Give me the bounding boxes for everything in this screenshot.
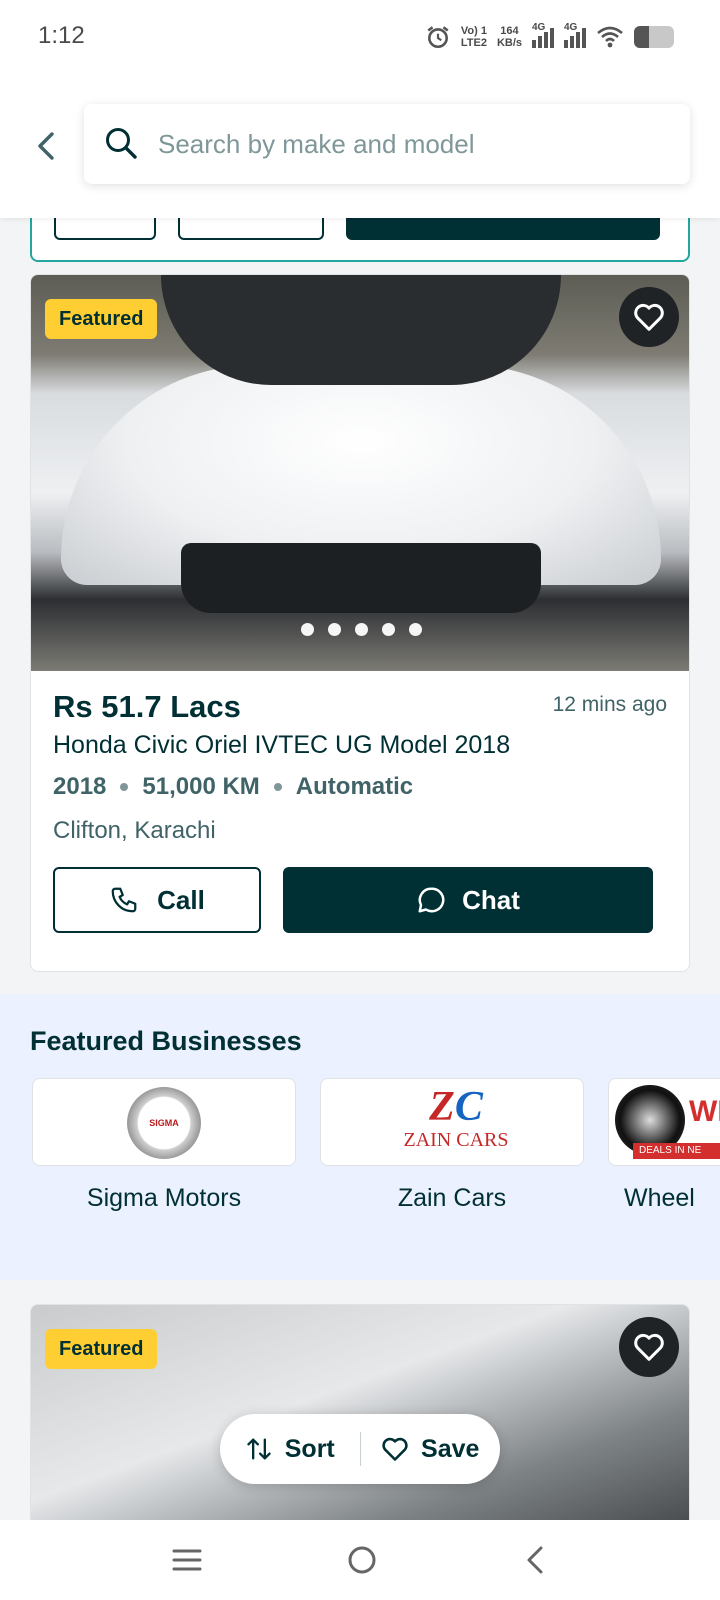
search-bar[interactable] [84,104,690,184]
pagination-dot[interactable] [408,623,422,636]
featured-businesses-section: Featured Businesses SIGMA Sigma Motors Z… [0,994,720,1280]
system-navigation-bar [0,1520,720,1600]
business-card-wheel[interactable]: WH DEALS IN NE Wheel [608,1078,720,1213]
battery-icon [634,26,674,48]
zain-logo-text: ZAIN CARS [403,1129,509,1151]
spec-mileage: 51,000 KM [142,773,260,800]
favorite-button[interactable] [619,287,679,347]
photo-pagination [31,623,689,636]
sort-button[interactable]: Sort [220,1414,360,1484]
spec-year: 2018 [53,773,107,800]
car-grille [181,543,541,613]
signal-icon-2: 4G [564,22,586,48]
business-logo: WH DEALS IN NE [608,1078,720,1166]
chat-bubble-icon [418,887,445,913]
business-name: Wheel [624,1184,695,1212]
business-logo: ZC ZAIN CARS [320,1078,584,1166]
signal-icon-1: 4G [532,22,554,48]
listing-card[interactable]: Featured Rs 51.7 Lacs 12 mins ago Honda … [30,274,690,972]
wheel-logo-subtext: DEALS IN NE [633,1143,720,1159]
listing-title: Honda Civic Oriel IVTEC UG Model 2018 [53,731,511,759]
header [0,76,720,218]
pagination-dot[interactable] [300,623,314,636]
volte-indicator: Vo) 1 LTE2 [461,25,487,49]
car-windshield [161,275,561,385]
listing-specs: 2018 51,000 KM Automatic [53,773,413,801]
heart-outline-icon [382,1437,408,1461]
search-input[interactable] [158,120,658,168]
back-icon[interactable] [521,1544,549,1576]
alarm-icon [427,26,449,49]
chat-button-label: Chat [462,884,520,915]
business-logo: SIGMA [32,1078,296,1166]
spec-separator [273,783,282,791]
sigma-logo-text: SIGMA [149,1118,179,1128]
volte-label: Vo) 1 [460,25,487,37]
business-name: Sigma Motors [86,1184,242,1212]
call-button[interactable]: Call [53,867,261,933]
back-arrow-icon[interactable] [30,126,62,166]
menu-icon[interactable] [171,1546,203,1574]
status-icons: Vo) 1 LTE2 164 KB/s 4G 4G [425,22,674,50]
pagination-dot[interactable] [381,623,395,636]
pagination-dot[interactable] [354,623,368,636]
chat-button[interactable]: Chat [283,867,653,933]
spec-transmission: Automatic [295,773,414,800]
pagination-dot[interactable] [327,623,341,636]
net-label-1: 4G [532,22,546,33]
listing-photo[interactable]: Featured [31,275,689,671]
business-card-sigma[interactable]: SIGMA Sigma Motors [32,1078,296,1213]
heart-icon [634,1333,664,1361]
status-time: 1:12 [38,22,85,49]
wifi-icon [597,26,623,48]
featured-badge: Featured [45,299,158,339]
wheel-logo-text: WH [689,1095,720,1128]
lte-label: LTE2 [460,37,487,49]
speed-unit: KB/s [496,37,522,49]
business-name: Zain Cars [397,1184,507,1212]
phone-icon [111,887,137,913]
favorite-button[interactable] [619,1317,679,1377]
heart-icon [634,303,664,331]
network-speed: 164 KB/s [497,25,522,49]
zain-logo-mark: ZC [429,1084,483,1130]
home-icon[interactable] [346,1544,378,1576]
sigma-logo: SIGMA [127,1087,201,1159]
zain-logo: ZC ZAIN CARS [391,1085,521,1161]
featured-badge: Featured [45,1329,158,1369]
net-label-2: 4G [564,22,578,33]
search-icon [106,128,137,159]
business-card-zain[interactable]: ZC ZAIN CARS Zain Cars [320,1078,584,1213]
spec-separator [120,783,129,791]
sort-arrows-icon [247,1438,271,1460]
listing-price: Rs 51.7 Lacs [53,689,241,724]
listing-location: Clifton, Karachi [53,817,216,844]
sort-label: Sort [284,1434,335,1463]
section-title: Featured Businesses [30,1026,302,1056]
listing-posted-time: 12 mins ago [552,693,667,716]
speed-value: 164 [500,25,519,37]
status-bar: 1:12 Vo) 1 LTE2 164 KB/s 4G 4G [0,0,720,76]
call-button-label: Call [157,884,205,915]
save-label: Save [421,1434,480,1463]
floating-action-bar: Sort Save [220,1414,500,1484]
save-search-button[interactable]: Save [361,1414,501,1484]
